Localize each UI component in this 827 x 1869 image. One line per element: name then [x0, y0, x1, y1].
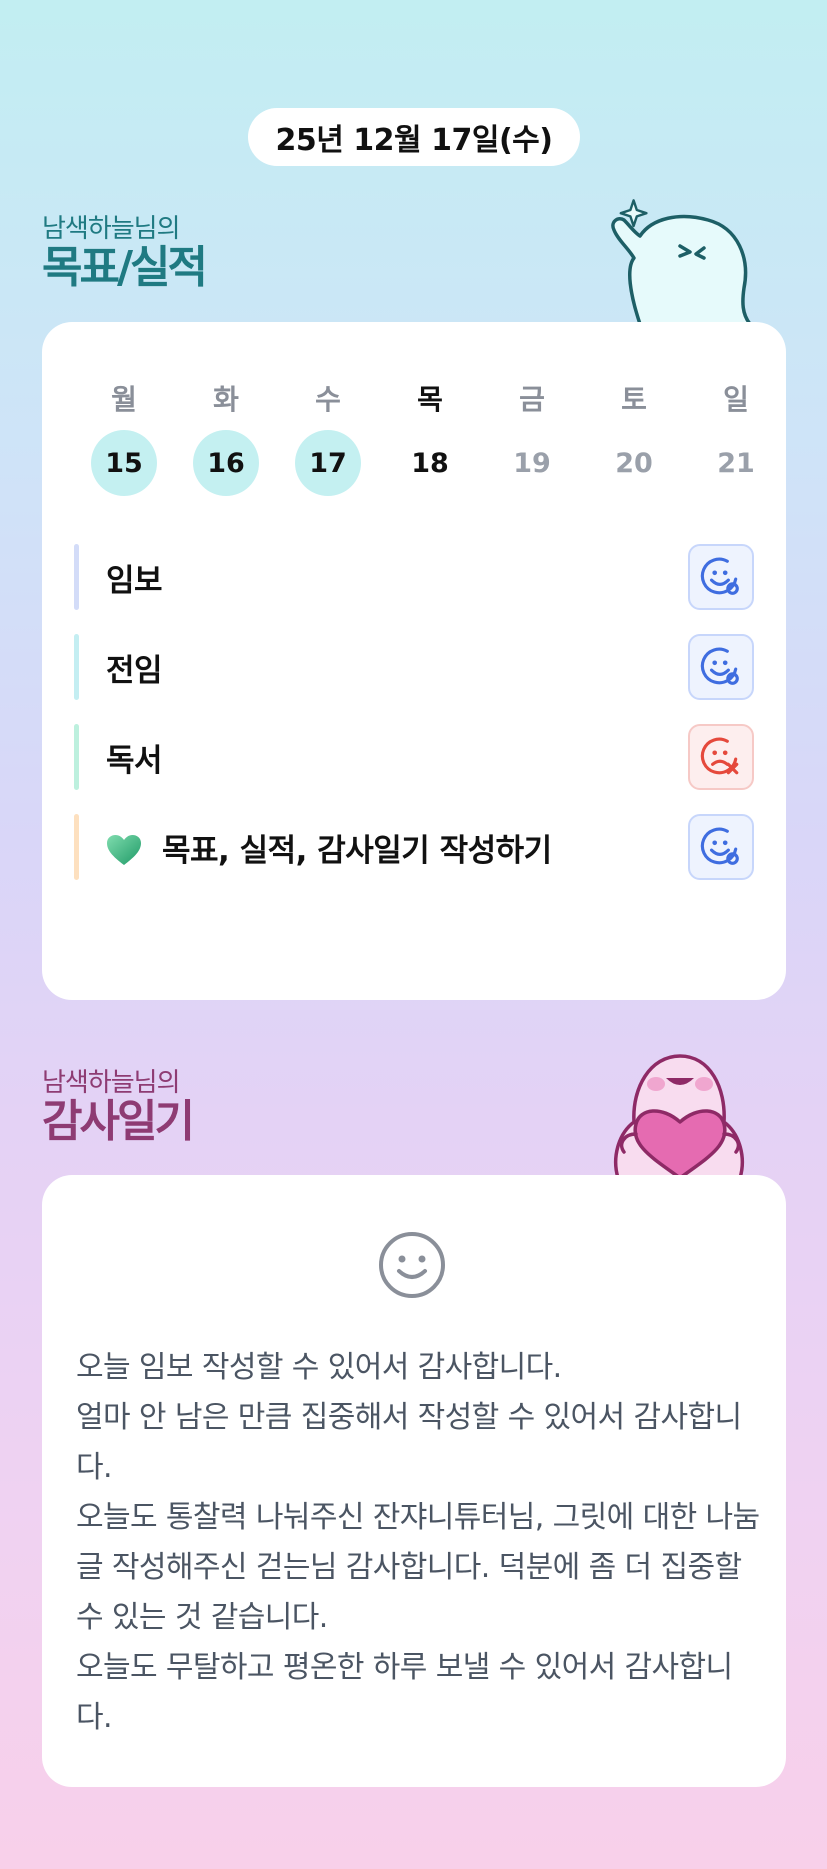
- thanks-paragraph: 오늘 임보 작성할 수 있어서 감사합니다.: [76, 1350, 562, 1385]
- goals-subtitle: 남색하늘님의: [42, 214, 181, 244]
- goal-label: 전임: [106, 652, 163, 689]
- mascot-pointing-illustration: [611, 199, 752, 324]
- status-achieved-icon[interactable]: [688, 634, 754, 700]
- weekday-label: 금: [519, 383, 545, 416]
- date-cell: 16: [175, 430, 277, 496]
- thanks-paragraph: 오늘도 통찰력 나눠주신 잔쟈니튜터님, 그릿에 대한 나눔글 작성해주신 걷는…: [76, 1500, 760, 1635]
- weekday-cell: 토: [583, 378, 685, 418]
- goal-item[interactable]: 임보: [74, 544, 754, 610]
- thanks-title: 감사일기: [42, 1096, 195, 1147]
- status-achieved-icon[interactable]: [688, 544, 754, 610]
- goal-label: 독서: [106, 742, 163, 779]
- date-today[interactable]: 18: [397, 430, 463, 496]
- thanks-paragraph: 오늘도 무탈하고 평온한 하루 보낼 수 있어서 감사합니다.: [76, 1650, 733, 1735]
- date-cell: 17: [277, 430, 379, 496]
- green-heart-icon: [107, 835, 141, 865]
- weekday-cell: 목: [379, 378, 481, 418]
- goal-item[interactable]: 전임: [74, 634, 754, 700]
- date-done[interactable]: 15: [91, 430, 157, 496]
- date-future[interactable]: 21: [703, 430, 769, 496]
- goal-item[interactable]: 목표, 실적, 감사일기 작성하기: [74, 814, 754, 880]
- weekday-label: 화: [213, 383, 239, 416]
- goal-color-bar: [74, 724, 79, 790]
- date-cell: 15: [73, 430, 175, 496]
- date-cell: 18: [379, 430, 481, 496]
- weekday-cell: 금: [481, 378, 583, 418]
- weekday-cell: 화: [175, 378, 277, 418]
- weekday-label: 월: [111, 383, 137, 416]
- weekday-cell: 월: [73, 378, 175, 418]
- thanks-card: 오늘 임보 작성할 수 있어서 감사합니다. 얼마 안 남은 만큼 집중해서 작…: [42, 1175, 786, 1787]
- thanks-paragraph: 얼마 안 남은 만큼 집중해서 작성할 수 있어서 감사합니다.: [76, 1400, 742, 1485]
- date-done[interactable]: 17: [295, 430, 361, 496]
- goal-label: 임보: [106, 562, 163, 599]
- thanks-section-title: 남색하늘님의 감사일기: [42, 1062, 195, 1147]
- smile-icon[interactable]: [378, 1231, 446, 1299]
- thanks-diary-text: 오늘 임보 작성할 수 있어서 감사합니다. 얼마 안 남은 만큼 집중해서 작…: [76, 1343, 766, 1743]
- weekday-label: 목: [417, 383, 443, 416]
- goal-color-bar: [74, 634, 79, 700]
- weekday-row: 월화수목금토일: [73, 378, 787, 418]
- weekday-cell: 일: [685, 378, 787, 418]
- weekday-label: 일: [723, 383, 749, 416]
- date-header[interactable]: 25년 12월 17일(수): [248, 108, 580, 166]
- date-cell: 19: [481, 430, 583, 496]
- date-done[interactable]: 16: [193, 430, 259, 496]
- weekday-label: 수: [315, 383, 341, 416]
- date-future[interactable]: 19: [499, 430, 565, 496]
- date-cell: 20: [583, 430, 685, 496]
- status-missed-icon[interactable]: [688, 724, 754, 790]
- goals-section-title: 남색하늘님의 목표/실적: [42, 208, 208, 293]
- weekday-label: 토: [621, 383, 647, 416]
- goal-color-bar: [74, 544, 79, 610]
- goal-label: 목표, 실적, 감사일기 작성하기: [162, 832, 552, 869]
- goals-title: 목표/실적: [42, 242, 208, 293]
- goal-item[interactable]: 독서: [74, 724, 754, 790]
- weekday-cell: 수: [277, 378, 379, 418]
- goal-color-bar: [74, 814, 79, 880]
- date-future[interactable]: 20: [601, 430, 667, 496]
- date-row: 15 16 17 18 19 20 21: [73, 430, 787, 496]
- date-cell: 21: [685, 430, 787, 496]
- mascot-heart-illustration: [614, 1054, 744, 1178]
- status-achieved-icon[interactable]: [688, 814, 754, 880]
- goals-card: 월 화 수 목 금 토 일 15 16 17 18 19 20 21 임보전임독서목표, 실적, 감사일…: [42, 322, 786, 1000]
- thanks-subtitle: 남색하늘님의: [42, 1068, 181, 1098]
